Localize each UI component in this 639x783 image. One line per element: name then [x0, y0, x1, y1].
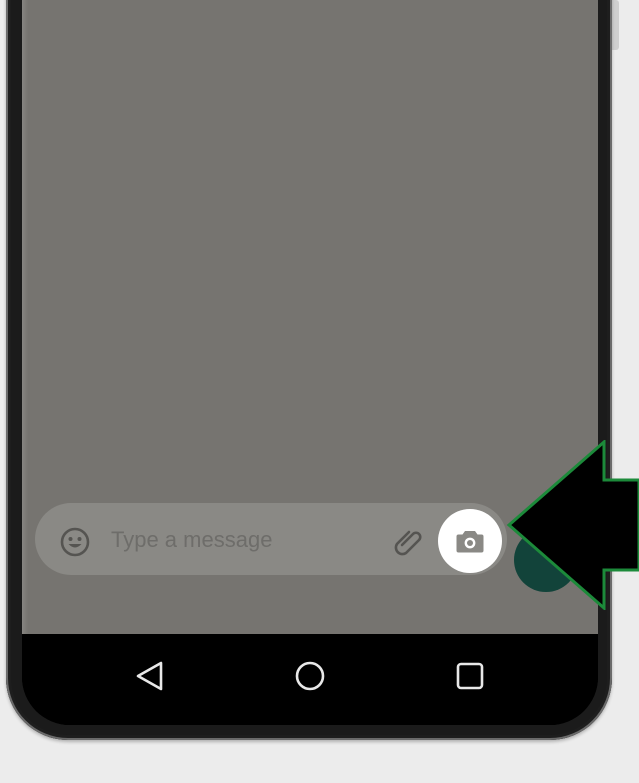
- phone-screen: [22, 0, 598, 725]
- circle-home-icon[interactable]: [290, 656, 330, 696]
- square-recents-icon[interactable]: [450, 656, 490, 696]
- phone-side-button: [612, 0, 619, 50]
- message-input[interactable]: [111, 524, 371, 556]
- triangle-back-icon[interactable]: [130, 656, 170, 696]
- camera-icon: [456, 531, 484, 553]
- emoji-icon[interactable]: [59, 526, 91, 558]
- arrow-pointer-icon: [506, 440, 639, 610]
- navigation-bar: [22, 634, 598, 725]
- message-composer: [35, 503, 507, 575]
- paperclip-icon[interactable]: [389, 523, 427, 561]
- camera-button[interactable]: [438, 509, 502, 573]
